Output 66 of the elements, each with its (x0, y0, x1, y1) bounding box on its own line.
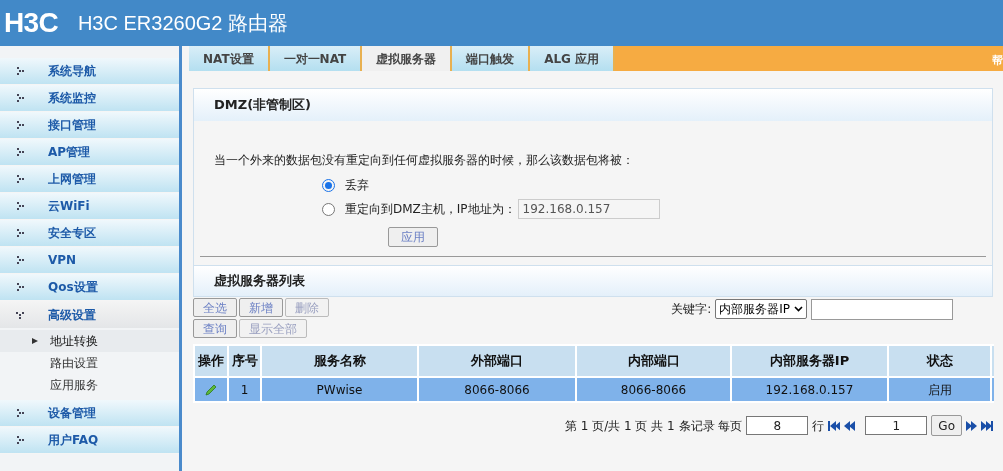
collapsed-arrow-icon (16, 121, 24, 129)
page-field[interactable]: 1 (865, 416, 928, 435)
collapsed-arrow-icon (16, 436, 24, 444)
collapsed-arrow-icon (16, 94, 24, 102)
brand-logo: H3C (4, 6, 58, 40)
table-cell: 8066-8066 (577, 378, 732, 401)
last-page-icon[interactable] (981, 420, 993, 431)
radio-label: 重定向到DMZ主机，IP地址为： (345, 201, 516, 218)
tab[interactable]: NAT设置 (189, 46, 270, 71)
collapsed-arrow-icon (16, 175, 24, 183)
next-page-icon[interactable] (966, 420, 977, 431)
sidebar-item[interactable]: VPN (0, 247, 179, 274)
chevron-down-icon (794, 306, 803, 312)
toolbar-button[interactable]: 新增 (239, 298, 283, 317)
dmz-description: 当一个外来的数据包没有重定向到任何虚拟服务器的时候，那么该数据包将被： (214, 152, 635, 169)
table-cell: 1 (229, 378, 262, 401)
collapsed-arrow-icon (16, 256, 24, 264)
sidebar-item[interactable]: 云WiFi (0, 193, 179, 220)
device-title: H3C ER3260G2 路由器 (77, 11, 288, 36)
tab[interactable]: 一对一NAT (269, 46, 363, 71)
rows-label: 行 (812, 417, 825, 435)
sidebar-item[interactable]: 系统监控 (0, 85, 179, 112)
sidebar-item[interactable]: Qos设置 (0, 274, 179, 301)
collapsed-arrow-icon (16, 148, 24, 156)
radio-label: 丢弃 (345, 177, 369, 194)
pagination-summary: 第 1 页/共 1 页 共 1 条记录 每页 (564, 417, 743, 435)
collapsed-arrow-icon (16, 283, 24, 291)
sidebar-item[interactable]: 系统导航 (0, 58, 179, 85)
sidebar-subitem[interactable]: 路由设置 (0, 352, 179, 374)
expanded-arrow-icon (16, 310, 24, 319)
keyword-dropdown[interactable]: 内部服务器IP (715, 299, 807, 319)
sidebar-item[interactable]: 接口管理 (0, 112, 179, 139)
previous-page-icon[interactable] (844, 420, 856, 431)
per-page-field[interactable]: 8 (746, 416, 809, 435)
keyword-field[interactable] (811, 298, 953, 320)
collapsed-arrow-icon (16, 67, 24, 75)
sidebar-item[interactable]: 上网管理 (0, 166, 179, 193)
table-cell: 8066-8066 (419, 378, 577, 401)
keyword-label: 关键字: (671, 301, 712, 318)
section-title: DMZ(非管制区) (214, 96, 312, 115)
sidebar-item[interactable]: 高级设置 (0, 301, 179, 328)
toolbar-button[interactable]: 全选 (193, 298, 237, 317)
sidebar-item[interactable]: 安全专区 (0, 220, 179, 247)
sidebar-subitem[interactable]: 应用服务 (0, 374, 179, 396)
toolbar-button[interactable]: 查询 (193, 319, 237, 338)
table-cell: 192.168.0.157 (732, 378, 889, 401)
ip-address-field[interactable]: 192.168.0.157 (517, 199, 660, 219)
first-page-icon[interactable] (828, 420, 841, 431)
collapsed-arrow-icon (16, 409, 24, 417)
sidebar-item[interactable]: AP管理 (0, 139, 179, 166)
table-cell: PWwise (262, 378, 419, 401)
sidebar-subitem[interactable]: 地址转换 (0, 330, 179, 352)
table-row[interactable]: 1 PWwise 8066-8066 8066-8066 192.168.0.157 启用 (195, 376, 994, 401)
sidebar-item[interactable]: 设备管理 (0, 400, 179, 427)
section-title: 虚拟服务器列表 (214, 272, 305, 291)
collapsed-arrow-icon (16, 202, 24, 210)
tab[interactable]: 虚拟服务器 (362, 46, 453, 71)
go-button[interactable]: Go (931, 415, 962, 436)
apply-button[interactable]: 应用 (388, 227, 438, 247)
sidebar-item[interactable]: 用户FAQ (0, 427, 179, 454)
collapsed-arrow-icon (16, 229, 24, 237)
tab[interactable]: ALG 应用 (530, 46, 616, 71)
radio-button[interactable] (322, 202, 335, 216)
table-cell: 启用 (889, 378, 992, 401)
pointer-icon (32, 338, 38, 344)
tab[interactable]: 端口触发 (452, 46, 531, 71)
